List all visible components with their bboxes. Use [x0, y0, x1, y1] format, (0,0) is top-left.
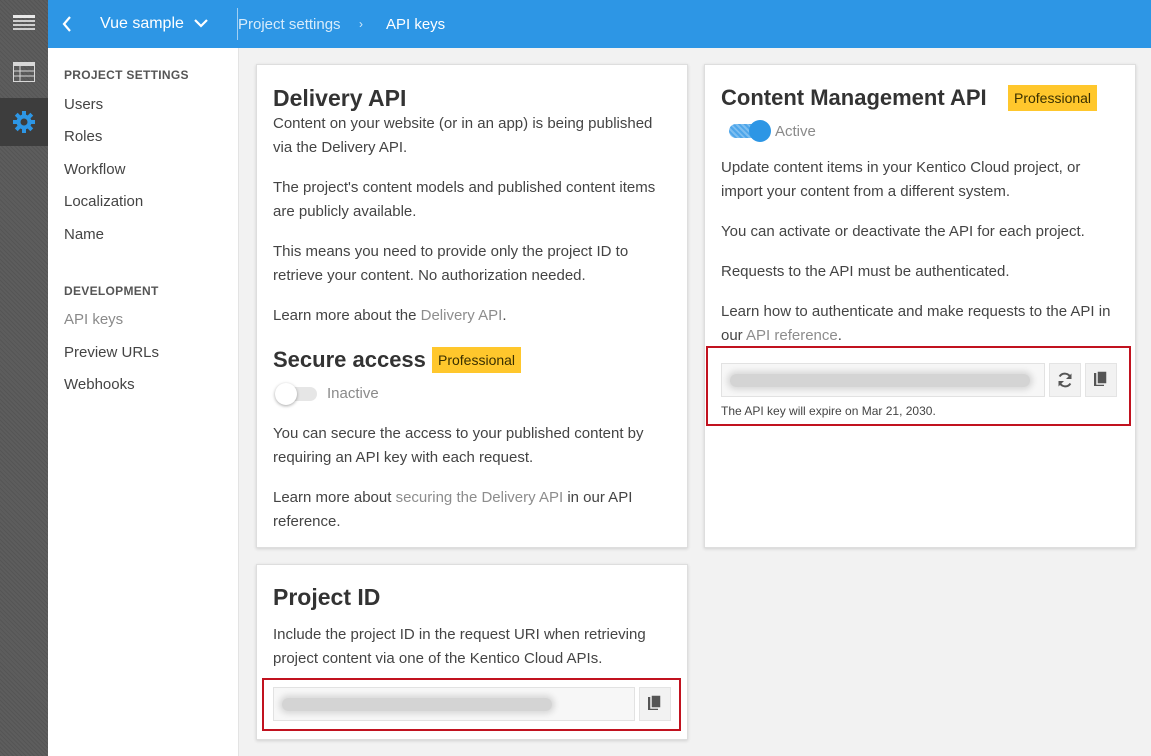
toggle-knob: [275, 383, 297, 405]
sidebar-item-roles[interactable]: Roles: [64, 128, 102, 145]
api-reference-link[interactable]: API reference: [746, 327, 838, 344]
secure-access-learn-more: Learn more about securing the Delivery A…: [273, 486, 673, 534]
section-heading-development: DEVELOPMENT: [64, 284, 159, 298]
sidebar-item-workflow[interactable]: Workflow: [64, 161, 125, 178]
cm-api-key-highlight: [706, 346, 1131, 426]
gear-icon: [13, 111, 35, 133]
sidebar-item-users[interactable]: Users: [64, 96, 103, 113]
sidebar-item-webhooks[interactable]: Webhooks: [64, 376, 135, 393]
rail-settings-button[interactable]: [0, 98, 48, 146]
top-bar: Vue sample Project settings › API keys: [48, 0, 1151, 48]
cm-api-status: Active: [775, 123, 816, 140]
menu-list-icon: [13, 15, 35, 30]
secure-access-desc: You can secure the access to your publis…: [273, 425, 644, 466]
delivery-api-learn-more: Learn more about the Delivery API.: [273, 304, 673, 328]
professional-badge: Professional: [1008, 85, 1098, 111]
breadcrumb-project-settings[interactable]: Project settings: [238, 16, 341, 33]
breadcrumb-separator: ›: [359, 17, 363, 31]
project-id-desc: Include the project ID in the request UR…: [273, 626, 646, 667]
rail-content-button[interactable]: [0, 48, 48, 96]
breadcrumb-api-keys: API keys: [386, 16, 446, 33]
delivery-api-project-id-note: This means you need to provide only the …: [273, 243, 629, 284]
project-name[interactable]: Vue sample: [100, 15, 184, 33]
delivery-api-link[interactable]: Delivery API: [421, 307, 503, 324]
cm-api-intro: Update content items in your Kentico Clo…: [721, 159, 1081, 200]
delivery-api-title: Delivery API: [273, 85, 407, 111]
project-id-highlight: [262, 678, 681, 731]
securing-delivery-api-link[interactable]: securing the Delivery API: [396, 489, 564, 506]
chevron-left-icon[interactable]: [61, 15, 73, 33]
cm-api-activate-note: You can activate or deactivate the API f…: [721, 223, 1085, 240]
secure-access-toggle[interactable]: [275, 383, 319, 405]
toggle-knob: [749, 120, 771, 142]
cm-api-auth-note: Requests to the API must be authenticate…: [721, 263, 1010, 280]
delivery-api-card: Delivery API Content on your website (or…: [256, 64, 688, 548]
table-grid-icon: [13, 62, 35, 82]
delivery-api-intro: Content on your website (or in an app) i…: [273, 115, 653, 156]
cm-api-learn-more: Learn how to authenticate and make reque…: [721, 300, 1121, 348]
learn-more-text: Learn more about the: [273, 307, 421, 324]
learn-more-period: .: [837, 327, 842, 344]
learn-more-period: .: [502, 307, 507, 324]
sidebar-item-preview-urls[interactable]: Preview URLs: [64, 344, 159, 361]
sidebar-item-localization[interactable]: Localization: [64, 193, 143, 210]
project-id-title: Project ID: [273, 584, 381, 610]
cm-api-toggle[interactable]: [727, 120, 771, 142]
project-switcher[interactable]: Vue sample: [48, 0, 222, 48]
icon-rail: [0, 0, 48, 756]
settings-sidebar: PROJECT SETTINGS Users Roles Workflow Lo…: [48, 48, 239, 756]
rail-menu-button[interactable]: [0, 0, 48, 48]
secure-access-status: Inactive: [327, 385, 379, 402]
delivery-api-public-note: The project's content models and publish…: [273, 179, 656, 220]
professional-badge: Professional: [432, 347, 522, 373]
sidebar-item-name[interactable]: Name: [64, 226, 104, 243]
secure-access-title: Secure access: [273, 347, 426, 372]
learn-more-text: Learn more about: [273, 489, 396, 506]
chevron-down-icon[interactable]: [193, 17, 209, 29]
content-management-api-card: Content Management API Professional Acti…: [704, 64, 1136, 548]
cm-api-title: Content Management API: [721, 85, 987, 110]
section-heading-project-settings: PROJECT SETTINGS: [64, 68, 189, 82]
sidebar-item-api-keys[interactable]: API keys: [64, 311, 123, 328]
